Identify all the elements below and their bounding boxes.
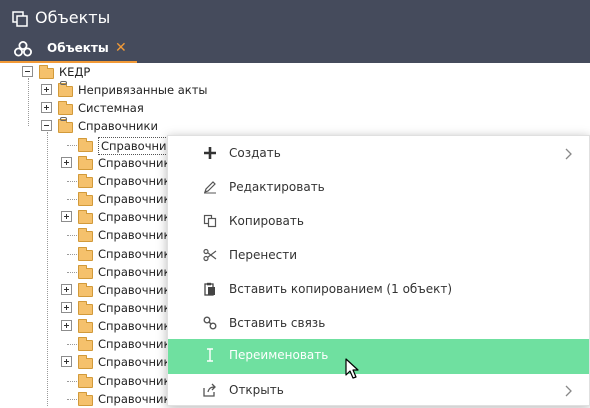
tab-label: Объекты [47, 41, 109, 55]
text-cursor-icon [207, 348, 213, 362]
tree-node-label: Справочник [98, 300, 171, 315]
chain-icon [60, 117, 67, 122]
tree-node-directories[interactable]: Справочники [0, 117, 590, 135]
tree-node-label: Справочник [98, 355, 171, 370]
menu-item-text-cursor[interactable]: Переименовать [168, 339, 589, 374]
folder-icon [78, 155, 93, 170]
folder-icon [78, 137, 93, 152]
folder-icon [78, 319, 93, 334]
expand-toggle[interactable] [61, 320, 72, 332]
menu-item-link[interactable]: Вставить связь [168, 307, 589, 341]
tree-node-system[interactable]: Системная [0, 99, 590, 117]
plus-icon [204, 147, 216, 159]
open-icon [203, 383, 216, 397]
expand-toggle[interactable] [61, 283, 72, 295]
tree-node-label: Справочник [98, 210, 171, 225]
tab-bar: Объекты ✕ [0, 38, 590, 63]
menu-item-scissors[interactable]: Перенести [168, 239, 589, 273]
menu-item-plus[interactable]: Создать [168, 137, 589, 171]
expand-toggle[interactable] [61, 156, 72, 168]
menu-item-label: Вставить связь [229, 316, 326, 330]
folder-icon [78, 173, 93, 188]
linked-folder-icon [58, 81, 73, 98]
folder-icon [78, 337, 93, 352]
menu-item-label: Копировать [229, 214, 304, 228]
cubes-icon [14, 41, 32, 57]
tree-node-label: Непривязанные акты [78, 83, 208, 98]
folder-icon [78, 192, 93, 207]
menu-item-copy[interactable]: Копировать [168, 205, 589, 239]
tree-node-label: Системная [78, 101, 144, 116]
chain-icon [60, 81, 67, 86]
tree-node-label: Справочник [98, 246, 171, 261]
tree-node-label: Справочник [98, 337, 171, 352]
tab-objects[interactable]: Объекты ✕ [0, 38, 137, 63]
folder-icon [78, 373, 93, 388]
folder-icon [78, 282, 93, 297]
folder-icon [78, 300, 93, 315]
tree-node-label: Справочник [98, 391, 171, 406]
tree-node-unlinked-acts[interactable]: Непривязанные акты [0, 81, 590, 99]
copy-icon [203, 214, 217, 228]
close-icon[interactable]: ✕ [115, 39, 127, 57]
tree-node-label: Справочник [98, 155, 171, 170]
expand-toggle[interactable] [41, 102, 52, 114]
title-bar: Объекты [0, 0, 590, 38]
expand-toggle[interactable] [41, 84, 52, 96]
folder-icon [58, 101, 73, 116]
link-icon [203, 316, 217, 330]
edit-icon [204, 181, 216, 194]
menu-item-paste[interactable]: Вставить копированием (1 объект) [168, 273, 589, 307]
collapse-toggle[interactable] [41, 120, 52, 132]
folder-icon [78, 246, 93, 261]
chevron-right-icon [565, 385, 572, 397]
menu-item-label: Редактировать [229, 180, 325, 194]
menu-item-open[interactable]: Открыть [168, 374, 589, 408]
paste-icon [204, 282, 215, 296]
menu-item-label: Создать [229, 146, 281, 160]
menu-item-edit[interactable]: Редактировать [168, 171, 589, 205]
windows-icon [12, 11, 28, 27]
expand-toggle[interactable] [61, 356, 72, 368]
menu-item-label: Вставить копированием (1 объект) [229, 282, 453, 296]
tree-node-label: Справочник [98, 173, 171, 188]
tree-node-label: Справочники [78, 119, 158, 134]
menu-item-label: Открыть [229, 383, 284, 397]
tree-node-label: Справочник [98, 264, 171, 279]
collapse-toggle[interactable] [22, 66, 33, 77]
chevron-right-icon [565, 148, 572, 160]
tree-node-label: Справочник [98, 282, 171, 297]
menu-item-label: Переименовать [229, 348, 329, 362]
tree-node-label: Справочник [98, 192, 171, 207]
folder-icon [78, 264, 93, 279]
folder-icon [78, 228, 93, 243]
tree-node-root[interactable]: КЕДР [0, 63, 590, 81]
tree-node-label: Справочник [98, 319, 171, 334]
folder-icon [39, 65, 54, 79]
folder-icon [78, 210, 93, 225]
tree-node-label: КЕДР [59, 65, 91, 79]
linked-folder-icon [58, 117, 73, 134]
tree-node-label: Справочник [98, 228, 171, 243]
folder-icon [78, 391, 93, 406]
tree-node-label: Справочник [98, 136, 177, 155]
tree-node-label: Справочник [98, 373, 171, 388]
expand-toggle[interactable] [61, 211, 72, 223]
expand-toggle[interactable] [61, 301, 72, 313]
mouse-cursor-icon [345, 358, 359, 379]
folder-icon [78, 355, 93, 370]
menu-item-label: Перенести [229, 248, 298, 262]
scissors-icon [203, 248, 217, 262]
window-title: Объекты [35, 8, 111, 27]
context-menu: Создать Редактировать Копировать Перенести В… [167, 135, 590, 406]
